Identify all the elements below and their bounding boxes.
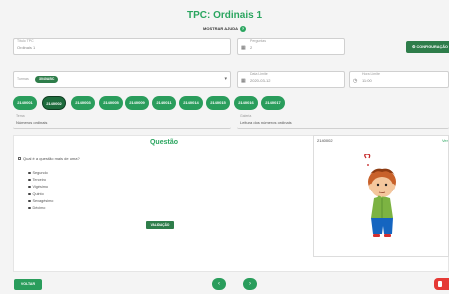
question-tab[interactable]: 2140015 <box>206 96 230 110</box>
chevron-left-icon: ‹ <box>218 281 220 287</box>
question-tab[interactable]: 2140014 <box>179 96 203 110</box>
question-tab[interactable]: 2140009 <box>125 96 149 110</box>
next-button[interactable]: › <box>243 278 257 290</box>
time-field-value: 11:00 <box>362 78 372 83</box>
question-heading: Questão <box>149 139 178 146</box>
image-card-code: 2140002 <box>317 138 333 143</box>
date-field-label: Data Limite <box>250 72 268 76</box>
time-field-label: Hora Limite <box>362 72 380 76</box>
help-toggle[interactable]: MOSTRAR AJUDA ? <box>0 26 449 32</box>
date-field[interactable]: ▦ Data Limite 2020-03-12 <box>237 71 345 88</box>
config-button-label: CONFIGURAÇÃO <box>416 45 448 49</box>
image-card: 2140002 Ver <box>313 135 449 257</box>
list-item[interactable]: Sexagésimo <box>28 199 53 203</box>
option-label: Décimo <box>32 206 46 210</box>
question-tab[interactable]: 2140011 <box>152 96 176 110</box>
category-field[interactable]: Galeria Leitura dos números ordinais <box>237 114 449 129</box>
title-field[interactable]: Título TPC Ordinais 1 <box>13 38 231 55</box>
back-button[interactable]: VOLTAR <box>14 279 42 290</box>
question-tab[interactable]: 2140017 <box>261 96 285 110</box>
question-tab[interactable]: 2140001 <box>13 96 37 110</box>
time-field[interactable]: ◷ Hora Limite 11:00 <box>349 71 449 88</box>
title-field-value: Ordinais 1 <box>17 45 36 50</box>
question-text: Qual é a questão mais de uma? <box>18 156 80 161</box>
question-tab[interactable]: 2140016 <box>234 96 258 110</box>
delete-button[interactable] <box>434 278 449 290</box>
chevron-right-icon: › <box>249 281 251 287</box>
question-icon: ? <box>239 26 246 32</box>
question-tab-active[interactable]: 2140002 <box>42 96 66 110</box>
date-field-value: 2020-03-12 <box>250 78 271 83</box>
bullet-icon <box>28 192 31 196</box>
option-label: Segundo <box>32 171 48 175</box>
category-field-label: Galeria <box>240 114 252 118</box>
prev-button[interactable]: ‹ <box>212 278 226 290</box>
question-text-label: Qual é a questão mais de uma? <box>23 156 80 161</box>
calendar-icon: ▦ <box>241 78 246 84</box>
option-label: Vigésimo <box>32 185 49 189</box>
class-chip[interactable]: 3040ABC <box>35 76 59 83</box>
question-tab[interactable]: 2140003 <box>71 96 95 110</box>
image-card-link[interactable]: Ver <box>442 138 448 143</box>
trash-icon <box>438 281 442 287</box>
bullet-icon <box>28 206 31 210</box>
page: TPC: Ordinais 1 MOSTRAR AJUDA ? Título T… <box>0 0 449 294</box>
page-title: TPC: Ordinais 1 <box>186 10 262 21</box>
theme-field-label: Tema <box>16 114 25 118</box>
option-label: Quinto <box>32 192 44 196</box>
checkbox-icon[interactable] <box>18 157 21 161</box>
list-item[interactable]: Quinto <box>28 192 44 196</box>
question-tab[interactable]: 2140005 <box>99 96 123 110</box>
list-item[interactable]: Vigésimo <box>28 185 48 189</box>
questions-field-value: 2 <box>250 45 253 50</box>
title-field-label: Título TPC <box>17 39 34 43</box>
config-button[interactable]: ⚙ CONFIGURAÇÃO <box>406 41 449 53</box>
bullet-icon <box>28 178 31 182</box>
classes-field-label: Turmas <box>17 77 29 81</box>
list-item[interactable]: Segundo <box>28 171 48 175</box>
calendar-icon: ▦ <box>241 45 246 51</box>
option-label: Terceiro <box>32 178 47 182</box>
classes-field[interactable]: Turmas 3040ABC ▾ <box>13 71 231 88</box>
bullet-icon <box>28 171 31 175</box>
thinking-boy-illustration <box>364 154 396 237</box>
option-label: Sexagésimo <box>32 199 54 203</box>
questions-field-label: Perguntas <box>250 39 266 43</box>
bullet-icon <box>28 185 31 189</box>
theme-field-value: Números ordinais <box>16 120 48 125</box>
category-field-value: Leitura dos números ordinais <box>240 120 292 125</box>
theme-field[interactable]: Tema Números ordinais <box>13 114 231 129</box>
questions-field[interactable]: ▦ Perguntas 2 <box>237 38 345 55</box>
validate-button[interactable]: VALIDAÇÃO <box>146 221 174 229</box>
chevron-down-icon[interactable]: ▾ <box>224 76 227 82</box>
help-label: MOSTRAR AJUDA <box>203 26 238 32</box>
clock-icon: ◷ <box>353 78 358 84</box>
bullet-icon <box>28 199 31 203</box>
list-item[interactable]: Terceiro <box>28 178 46 182</box>
list-item[interactable]: Décimo <box>28 206 45 210</box>
